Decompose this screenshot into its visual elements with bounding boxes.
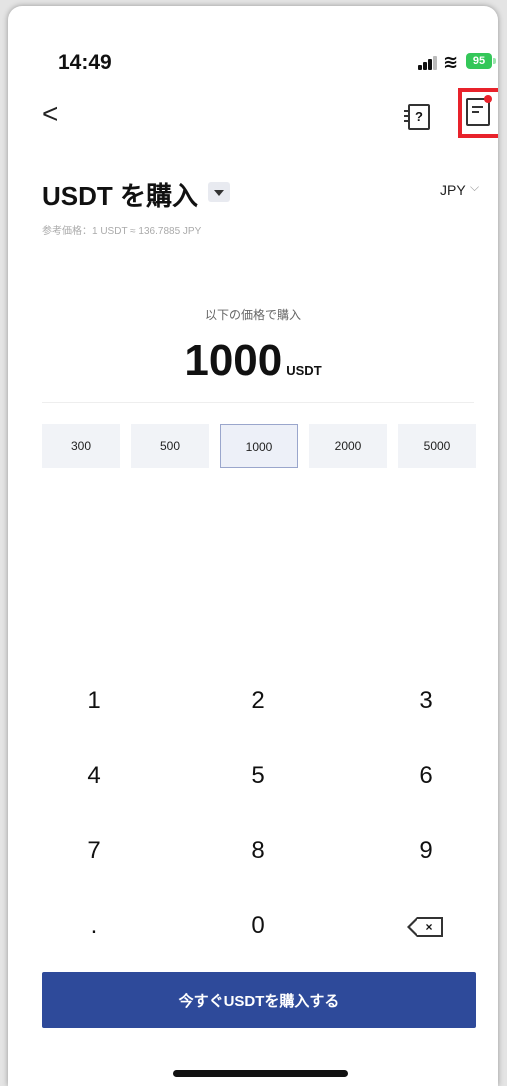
amount-value: 1000: [184, 336, 283, 385]
preset-500[interactable]: 500: [131, 424, 209, 468]
notification-dot: [484, 95, 492, 103]
key-1[interactable]: 1: [54, 676, 134, 726]
preset-1000[interactable]: 1000: [220, 424, 298, 468]
home-indicator: [173, 1070, 348, 1077]
key-7[interactable]: 7: [54, 826, 134, 876]
signal-icon: [418, 56, 438, 70]
key-4[interactable]: 4: [54, 751, 134, 801]
key-9[interactable]: 9: [386, 826, 466, 876]
backspace-key[interactable]: ×: [386, 901, 466, 951]
coin-dropdown-icon[interactable]: [208, 182, 230, 202]
amount-display: 1000 USDT: [8, 336, 498, 386]
key-3[interactable]: 3: [386, 676, 466, 726]
key-0[interactable]: 0: [218, 901, 298, 951]
key-2[interactable]: 2: [218, 676, 298, 726]
status-time: 14:49: [58, 51, 112, 74]
preset-5000[interactable]: 5000: [398, 424, 476, 468]
amount-unit: USDT: [286, 363, 322, 378]
phone-screen: 14:49 ≋ 95 < ? USDT を購入 JPY ⌵ 参考価格：1 USD…: [8, 6, 498, 1086]
battery-icon: 95: [466, 53, 496, 69]
amount-label: 以下の価格で購入: [204, 308, 301, 322]
currency-selector[interactable]: JPY: [440, 182, 466, 198]
preset-300[interactable]: 300: [42, 424, 120, 468]
key-5[interactable]: 5: [218, 751, 298, 801]
preset-amounts: 300 500 1000 2000 5000: [42, 424, 476, 468]
wifi-icon: ≋: [443, 52, 459, 72]
page-title: USDT を購入: [42, 181, 199, 211]
key-decimal[interactable]: .: [54, 901, 134, 951]
buy-now-button[interactable]: 今すぐUSDTを購入する: [42, 972, 476, 1028]
key-8[interactable]: 8: [218, 826, 298, 876]
key-6[interactable]: 6: [386, 751, 466, 801]
reference-price: 参考価格：1 USDT ≈ 136.7885 JPY: [42, 226, 202, 237]
backspace-icon: ×: [407, 916, 443, 937]
preset-2000[interactable]: 2000: [309, 424, 387, 468]
chevron-down-icon[interactable]: ⌵: [470, 180, 479, 195]
help-guide-icon[interactable]: ?: [404, 104, 430, 130]
divider: [42, 402, 474, 403]
back-button[interactable]: <: [42, 100, 58, 128]
